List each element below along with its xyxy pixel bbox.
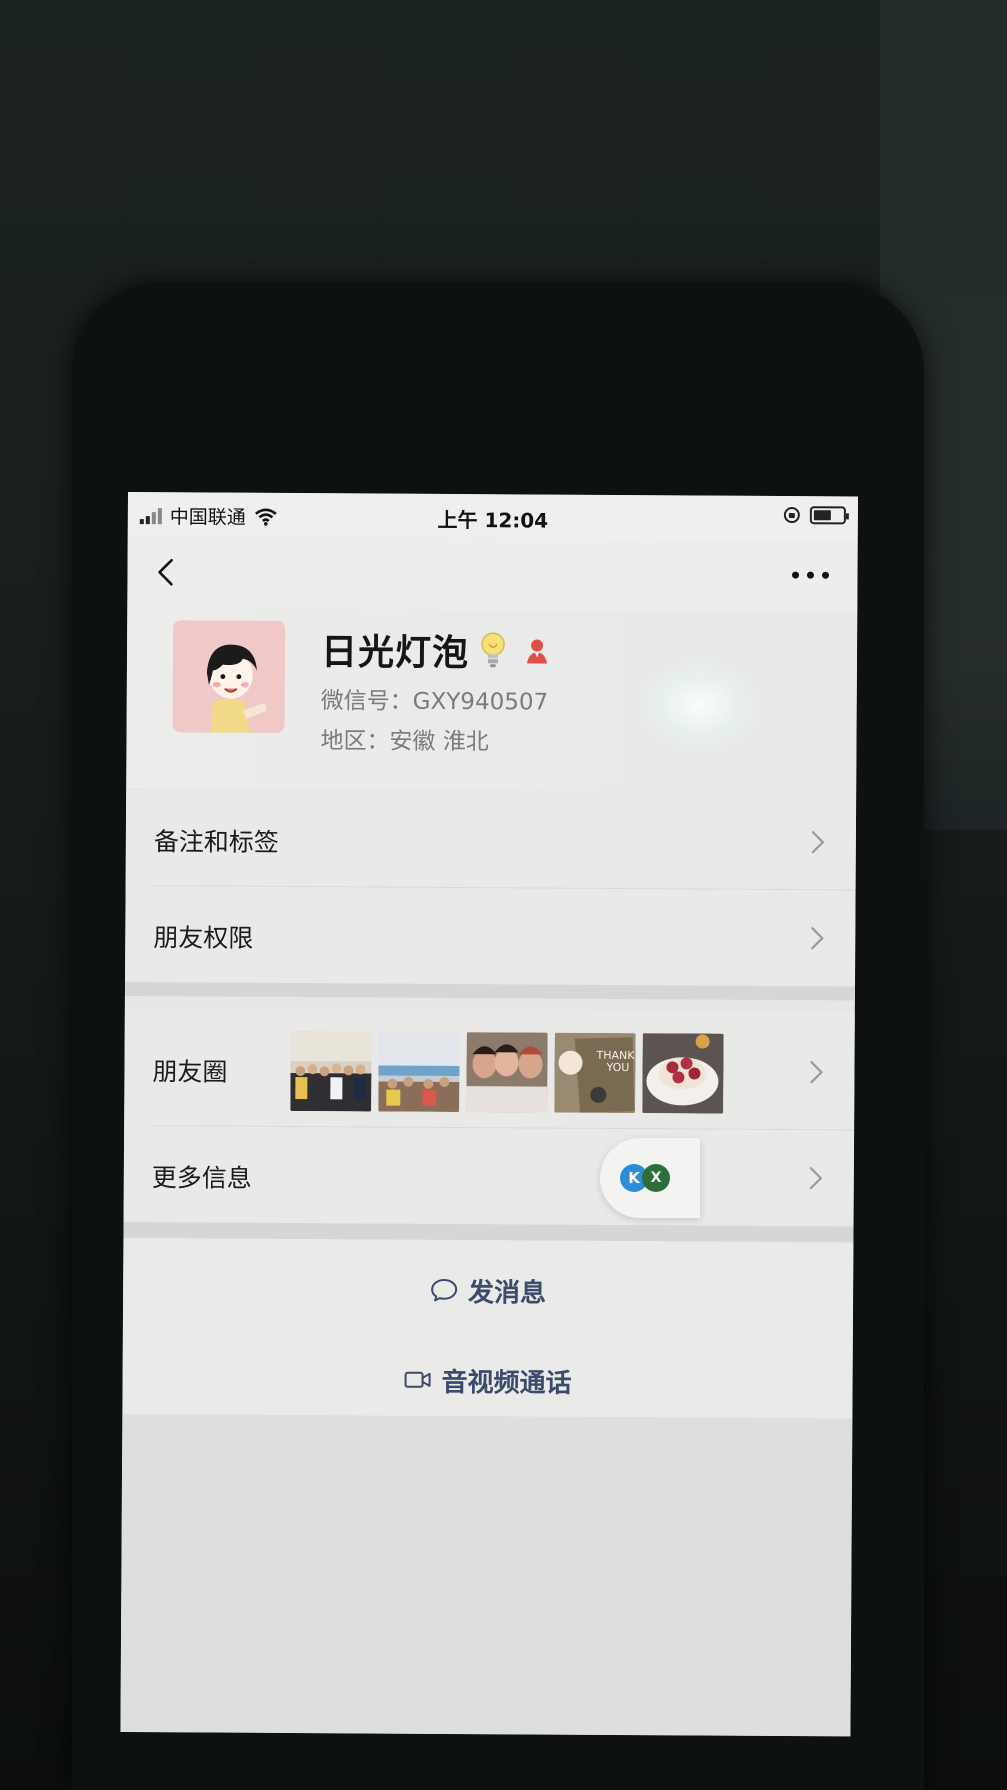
cartoon-girl-avatar-icon xyxy=(172,620,286,733)
send-message-button[interactable]: 发消息 xyxy=(123,1258,853,1322)
moments-thumb-selfie-photo xyxy=(466,1032,548,1113)
more-info-item[interactable]: 更多信息 xyxy=(123,1125,855,1227)
wechat-id: 微信号：GXY940507 xyxy=(320,688,549,716)
moments-label: 朋友圈 xyxy=(152,1057,228,1087)
battery-icon xyxy=(809,506,846,525)
status-right xyxy=(783,506,846,525)
empty-area xyxy=(120,1413,853,1737)
video-call-button[interactable]: 音视频通话 xyxy=(122,1348,852,1412)
status-time: 上午 12:04 xyxy=(437,507,549,533)
chevron-right-icon xyxy=(811,927,824,950)
green-app-icon: X xyxy=(642,1164,670,1192)
floating-assistant-button[interactable]: K X xyxy=(600,1138,700,1218)
chat-bubble-icon xyxy=(431,1278,458,1302)
video-call-label: 音视频通话 xyxy=(441,1367,572,1399)
friend-permissions-label: 朋友权限 xyxy=(153,923,254,953)
moments-thumbnails: THANK YOU xyxy=(290,1031,724,1114)
more-options-icon[interactable] xyxy=(785,560,835,590)
chevron-right-icon xyxy=(809,1167,823,1190)
lightbulb-emoji-icon xyxy=(481,632,505,668)
actions-panel: 发消息 音视频通话 xyxy=(122,1237,854,1419)
moments-thumb-group-photo xyxy=(290,1031,372,1112)
moments-thumb-banquet-hall-photo xyxy=(378,1031,460,1113)
status-bar: 中国联通 上午 12:04 xyxy=(127,492,858,541)
nav-bar xyxy=(127,535,858,613)
video-camera-icon xyxy=(404,1371,431,1388)
back-arrow-icon[interactable] xyxy=(147,552,187,592)
moments-item[interactable]: 朋友圈 THANK YOU xyxy=(124,1007,855,1131)
name-row: 日光灯泡 xyxy=(321,623,549,676)
rotation-lock-icon xyxy=(783,507,800,524)
moments-thumb-thank-you-card-photo: THANK YOU xyxy=(554,1032,636,1114)
region: 地区：安徽 淮北 xyxy=(320,728,489,756)
more-info-label: 更多信息 xyxy=(151,1163,252,1193)
remarks-tags-item[interactable]: 备注和标签 xyxy=(125,789,857,891)
avatar[interactable] xyxy=(172,620,286,733)
contact-name: 日光灯泡 xyxy=(320,632,470,675)
phone-screen: 中国联通 上午 12:04 日光灯泡 微信号：GXY940507 地区：安徽 淮… xyxy=(120,492,858,1737)
chevron-right-icon xyxy=(811,831,825,854)
send-message-label: 发消息 xyxy=(468,1277,547,1309)
female-gender-icon xyxy=(526,639,547,664)
profile-header: 日光灯泡 微信号：GXY940507 地区：安徽 淮北 xyxy=(126,607,858,793)
remarks-tags-label: 备注和标签 xyxy=(153,827,279,857)
chevron-right-icon xyxy=(810,1061,824,1084)
friend-permissions-item[interactable]: 朋友权限 xyxy=(125,885,856,987)
moments-thumb-cake-photo xyxy=(642,1033,724,1114)
svg-text:YOU: YOU xyxy=(605,1061,629,1074)
